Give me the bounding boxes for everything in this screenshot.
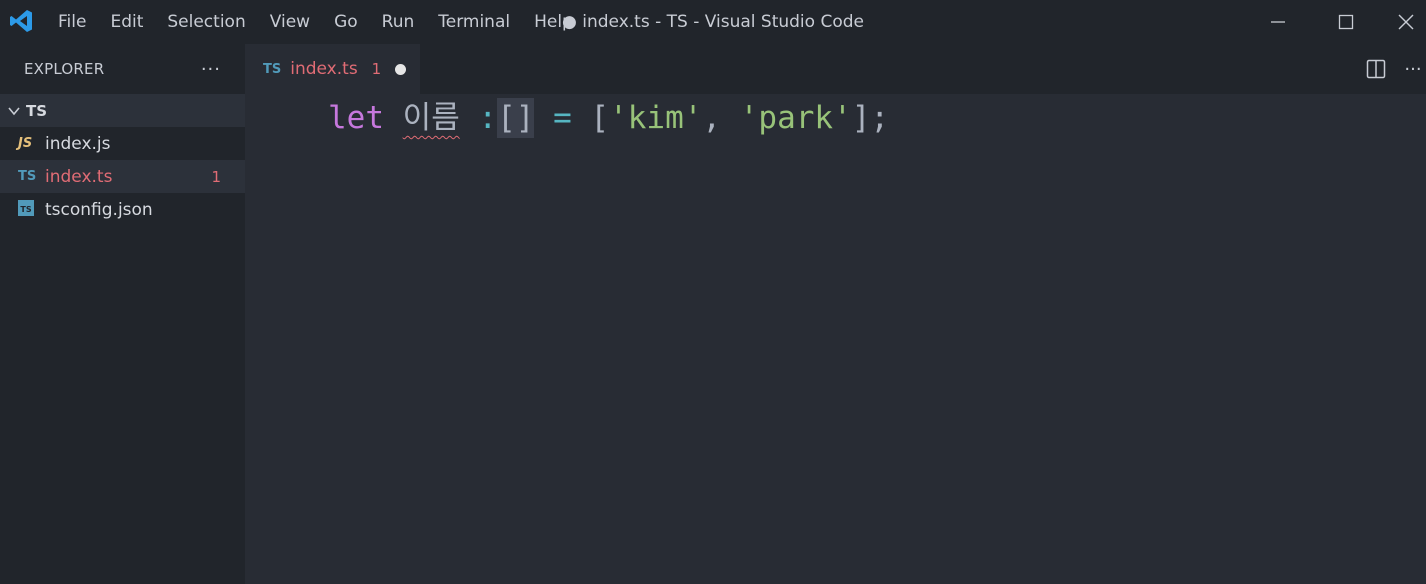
title-bar: File Edit Selection View Go Run Terminal… bbox=[0, 0, 1426, 44]
string-token: 'kim' bbox=[609, 100, 703, 136]
menu-help[interactable]: Help bbox=[522, 0, 585, 44]
menu-terminal[interactable]: Terminal bbox=[426, 0, 522, 44]
menu-go[interactable]: Go bbox=[322, 0, 370, 44]
ts-file-icon: TS bbox=[18, 169, 37, 184]
tsconfig-file-icon: TS bbox=[18, 199, 38, 220]
vscode-logo-icon bbox=[10, 10, 32, 32]
folder-name: TS bbox=[26, 101, 48, 120]
more-actions-icon[interactable]: ··· bbox=[1400, 56, 1426, 82]
minimize-icon bbox=[1271, 21, 1285, 23]
menu-view[interactable]: View bbox=[258, 0, 322, 44]
type-brackets-token: [] bbox=[497, 98, 535, 138]
tab-index-ts[interactable]: TS index.ts 1 bbox=[245, 44, 420, 94]
file-name: index.ts bbox=[45, 166, 113, 187]
comma-token: , bbox=[702, 100, 722, 136]
file-name: index.js bbox=[45, 133, 111, 154]
tab-problem-count: 1 bbox=[371, 60, 382, 78]
more-actions-icon[interactable]: ··· bbox=[201, 59, 221, 80]
close-bracket-token: ]; bbox=[851, 100, 890, 136]
editor-tab-bar: TS index.ts 1 ··· bbox=[245, 44, 1426, 94]
assign-token: = bbox=[553, 100, 572, 136]
unsaved-dot-icon[interactable] bbox=[395, 63, 407, 75]
menu-run[interactable]: Run bbox=[370, 0, 427, 44]
explorer-sidebar: EXPLORER ··· TS JS index.js TS index.ts … bbox=[0, 44, 245, 584]
tab-label: index.ts bbox=[290, 59, 358, 79]
split-editor-icon bbox=[1366, 59, 1386, 79]
close-icon bbox=[1398, 14, 1414, 30]
menu-selection[interactable]: Selection bbox=[155, 0, 257, 44]
code-line-1[interactable]: let 이름 :[] = ['kim', 'park']; bbox=[328, 98, 889, 138]
maximize-icon bbox=[1338, 14, 1354, 30]
ts-file-icon: TS bbox=[263, 61, 282, 77]
code-editor[interactable]: let 이름 :[] = ['kim', 'park']; bbox=[245, 94, 1426, 584]
folder-ts[interactable]: TS bbox=[0, 94, 245, 127]
colon-token: : bbox=[478, 100, 498, 136]
svg-text:TS: TS bbox=[20, 205, 31, 214]
minimize-button[interactable] bbox=[1250, 0, 1306, 44]
file-name: tsconfig.json bbox=[45, 199, 153, 220]
open-bracket-token: [ bbox=[590, 100, 610, 136]
menu-file[interactable]: File bbox=[46, 0, 98, 44]
file-tsconfig-json[interactable]: TS tsconfig.json bbox=[0, 193, 245, 226]
keyword-token: let bbox=[328, 100, 384, 136]
string-token: 'park' bbox=[739, 100, 852, 136]
file-index-js[interactable]: JS index.js bbox=[0, 127, 245, 160]
problem-count-badge: 1 bbox=[211, 167, 221, 186]
split-editor-button[interactable] bbox=[1363, 56, 1389, 82]
chevron-down-icon bbox=[8, 106, 20, 115]
close-button[interactable] bbox=[1386, 0, 1426, 44]
menu-edit[interactable]: Edit bbox=[98, 0, 155, 44]
explorer-header: EXPLORER ··· bbox=[0, 44, 245, 94]
menu-bar: File Edit Selection View Go Run Terminal… bbox=[46, 0, 585, 44]
explorer-title: EXPLORER bbox=[24, 60, 105, 78]
variable-token: 이름 bbox=[402, 100, 460, 136]
maximize-button[interactable] bbox=[1318, 0, 1374, 44]
file-index-ts[interactable]: TS index.ts 1 bbox=[0, 160, 245, 193]
js-file-icon: JS bbox=[18, 136, 33, 151]
